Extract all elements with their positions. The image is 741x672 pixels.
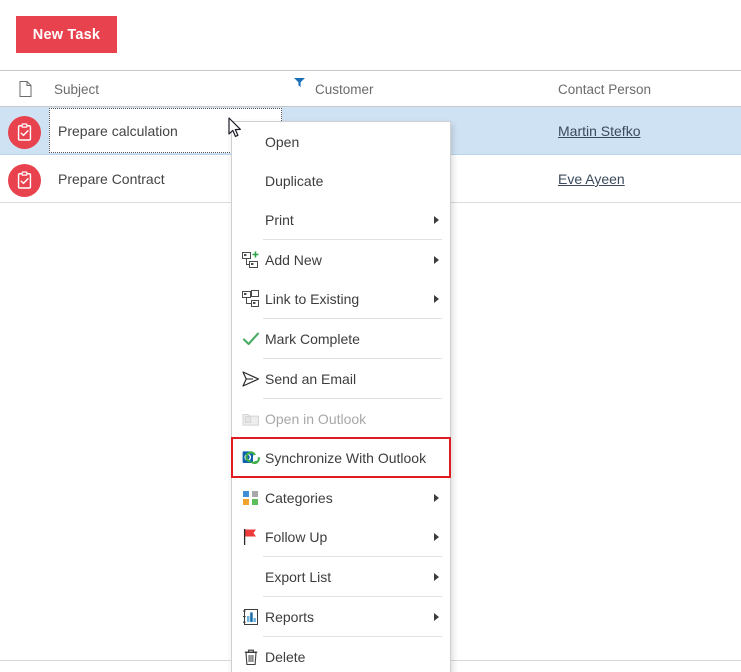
- menu-item-label: Open: [265, 133, 300, 150]
- task-clipboard-icon: [8, 116, 41, 149]
- menu-item-follow-up[interactable]: Follow Up: [232, 517, 450, 556]
- menu-item-open[interactable]: Open: [232, 122, 450, 161]
- menu-item-duplicate[interactable]: Duplicate: [232, 161, 450, 200]
- flag-icon: [241, 527, 261, 547]
- column-header-customer[interactable]: Customer: [315, 71, 374, 107]
- menu-item-reports[interactable]: Reports: [232, 597, 450, 636]
- link-existing-icon: [241, 289, 261, 309]
- menu-item-link-to-existing[interactable]: Link to Existing: [232, 279, 450, 318]
- menu-item-label: Link to Existing: [265, 290, 360, 307]
- menu-item-open-in-outlook: Open in Outlook: [232, 399, 450, 438]
- menu-item-label: Categories: [265, 489, 333, 506]
- menu-item-label: Export List: [265, 568, 332, 585]
- menu-item-mark-complete[interactable]: Mark Complete: [232, 319, 450, 358]
- menu-item-print[interactable]: Print: [232, 200, 450, 239]
- submenu-arrow-icon: [434, 612, 439, 621]
- menu-item-label: Delete: [265, 648, 306, 665]
- checkmark-icon: [241, 329, 261, 349]
- submenu-arrow-icon: [434, 215, 439, 224]
- contact-person-link[interactable]: Eve Ayeen: [558, 171, 625, 187]
- toolbar: New Task: [0, 0, 741, 70]
- submenu-arrow-icon: [434, 294, 439, 303]
- open-outlook-icon: [241, 409, 261, 429]
- menu-item-label: Synchronize With Outlook: [265, 449, 427, 466]
- menu-item-label: Duplicate: [265, 172, 324, 189]
- add-new-icon: [241, 250, 261, 270]
- menu-item-send-an-email[interactable]: Send an Email: [232, 359, 450, 398]
- cell-contact-person[interactable]: Martin Stefko: [558, 107, 738, 155]
- app-window: New Task Subject Customer Contact Person: [0, 0, 741, 672]
- submenu-arrow-icon: [434, 255, 439, 264]
- column-header-document[interactable]: [19, 71, 32, 107]
- submenu-arrow-icon: [434, 572, 439, 581]
- send-email-icon: [241, 369, 261, 389]
- menu-item-add-new[interactable]: Add New: [232, 240, 450, 279]
- trash-icon: [241, 647, 261, 667]
- menu-item-export-list[interactable]: Export List: [232, 557, 450, 596]
- column-header-contact-person[interactable]: Contact Person: [558, 71, 651, 107]
- menu-item-categories[interactable]: Categories: [232, 478, 450, 517]
- context-menu[interactable]: Open Duplicate Print Add New Link to Existin…: [231, 121, 451, 672]
- menu-item-label: Open in Outlook: [265, 410, 367, 427]
- menu-item-label: Reports: [265, 608, 315, 625]
- menu-item-synchronize-with-outlook[interactable]: O Synchronize With Outlook: [231, 437, 451, 478]
- menu-item-label: Add New: [265, 251, 322, 268]
- menu-item-delete[interactable]: Delete: [232, 637, 450, 672]
- menu-item-label: Send an Email: [265, 370, 357, 387]
- menu-item-label: Print: [265, 211, 294, 228]
- submenu-arrow-icon: [434, 493, 439, 502]
- menu-item-label: Follow Up: [265, 528, 328, 545]
- reports-icon: [241, 607, 261, 627]
- column-header-subject[interactable]: Subject: [54, 71, 99, 107]
- sync-outlook-icon: O: [241, 448, 261, 468]
- filter-triangle-icon[interactable]: [294, 74, 305, 87]
- document-icon: [19, 81, 32, 97]
- menu-item-label: Mark Complete: [265, 330, 360, 347]
- categories-icon: [241, 488, 261, 508]
- grid-header-row: Subject Customer Contact Person: [0, 70, 741, 107]
- cell-contact-person[interactable]: Eve Ayeen: [558, 155, 738, 203]
- contact-person-link[interactable]: Martin Stefko: [558, 123, 640, 139]
- submenu-arrow-icon: [434, 532, 439, 541]
- task-clipboard-icon: [8, 164, 41, 197]
- new-task-button[interactable]: New Task: [16, 16, 117, 53]
